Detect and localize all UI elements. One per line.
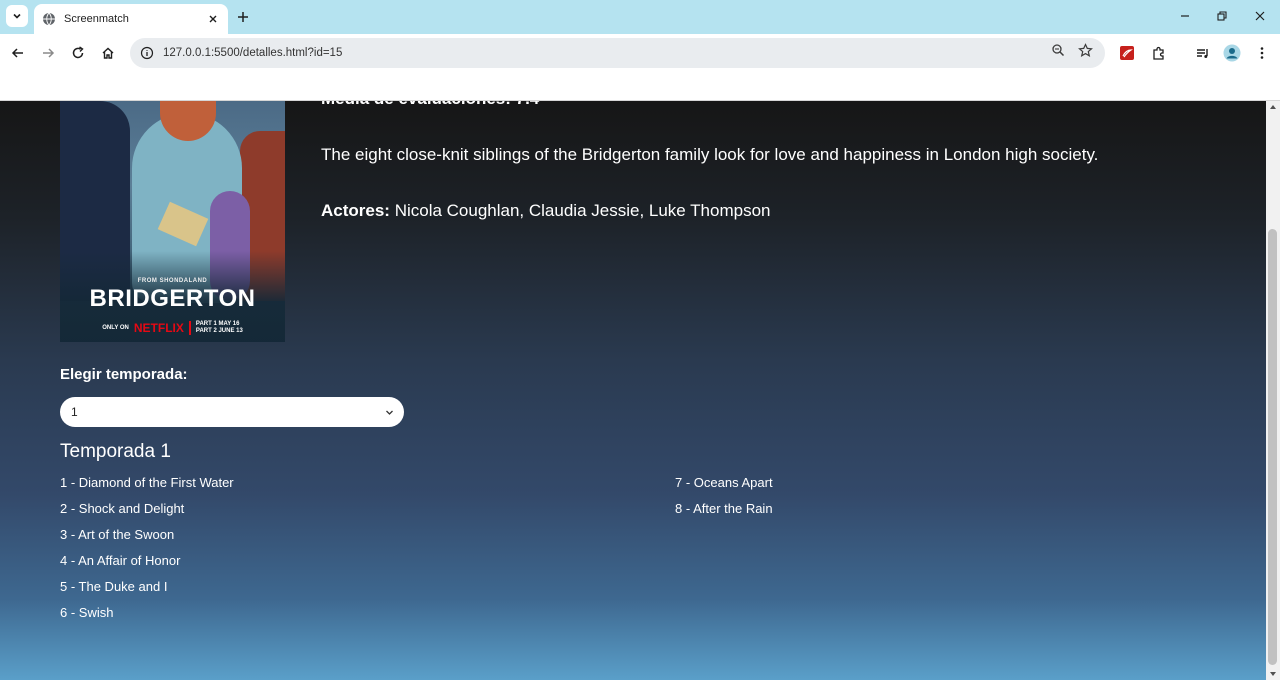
poster-release-dates: PART 1 MAY 16 PART 2 JUNE 13 xyxy=(195,321,243,334)
site-info-icon[interactable] xyxy=(140,46,154,60)
tab-search-button[interactable] xyxy=(6,5,28,27)
zoom-icon[interactable] xyxy=(1050,42,1066,58)
home-icon xyxy=(102,47,114,59)
poster-from-text: FROM SHONDALAND xyxy=(137,278,208,284)
page-scrollbar[interactable] xyxy=(1266,101,1280,680)
episode-item: 3 - Art of the Swoon xyxy=(60,527,175,542)
minimize-button[interactable] xyxy=(1177,8,1193,24)
episode-item: 4 - An Affair of Honor xyxy=(60,553,181,568)
pdf-extension-icon[interactable] xyxy=(1117,43,1137,63)
close-window-button[interactable] xyxy=(1252,8,1268,24)
menu-kebab-icon[interactable] xyxy=(1252,43,1272,63)
episode-item: 6 - Swish xyxy=(60,605,114,620)
poster-title: BRIDGERTON xyxy=(89,285,256,312)
browser-tab[interactable]: Screenmatch xyxy=(34,4,228,34)
tab-title: Screenmatch xyxy=(64,13,129,25)
globe-icon xyxy=(42,12,56,26)
close-icon xyxy=(1255,11,1265,21)
season-title: Temporada 1 xyxy=(60,441,171,462)
extensions-puzzle-icon[interactable] xyxy=(1148,43,1168,63)
episode-item: 5 - The Duke and I xyxy=(60,579,168,594)
rating-heading: Media de evaluaciones: 7.4 xyxy=(321,101,539,109)
episode-item: 2 - Shock and Delight xyxy=(60,501,185,516)
scroll-up-arrow-icon[interactable] xyxy=(1269,103,1277,111)
forward-button[interactable] xyxy=(38,43,58,63)
profile-avatar-icon[interactable] xyxy=(1222,43,1242,63)
minimize-icon xyxy=(1181,15,1189,17)
reload-button[interactable] xyxy=(68,43,88,63)
episode-item: 1 - Diamond of the First Water xyxy=(60,475,234,490)
actors-value: Nicola Coughlan, Claudia Jessie, Luke Th… xyxy=(389,201,771,220)
scroll-down-arrow-icon[interactable] xyxy=(1269,670,1277,678)
close-tab-icon[interactable] xyxy=(206,12,220,26)
arrow-left-icon xyxy=(11,48,23,58)
episode-item: 7 - Oceans Apart xyxy=(675,475,773,490)
series-poster: FROM SHONDALAND BRIDGERTON ONLY ON NETFL… xyxy=(60,101,285,342)
poster-network-logo: NETFLIX xyxy=(133,321,184,335)
tab-strip: Screenmatch xyxy=(0,0,1280,34)
chevron-down-icon xyxy=(13,13,21,19)
actors-label: Actores: xyxy=(321,201,390,220)
poster-only-on: ONLY ON xyxy=(102,325,129,331)
page-viewport: FROM SHONDALAND BRIDGERTON ONLY ON NETFL… xyxy=(0,101,1266,680)
scrollbar-thumb[interactable] xyxy=(1268,229,1277,665)
episode-item: 8 - After the Rain xyxy=(675,501,773,516)
season-select-value: 1 xyxy=(71,405,78,419)
media-controls-icon[interactable] xyxy=(1192,43,1212,63)
bookmarks-strip xyxy=(0,72,1280,101)
season-select[interactable]: 1 xyxy=(60,397,404,427)
season-select-label: Elegir temporada: xyxy=(60,366,188,383)
actors-line: Actores: Nicola Coughlan, Claudia Jessie… xyxy=(321,201,771,221)
chevron-down-icon xyxy=(384,407,394,417)
back-button[interactable] xyxy=(8,43,28,63)
poster-footer: ONLY ON NETFLIX PART 1 MAY 16 PART 2 JUN… xyxy=(60,321,285,335)
home-button[interactable] xyxy=(98,43,118,63)
bookmark-star-icon[interactable] xyxy=(1077,42,1093,58)
restore-icon xyxy=(1217,11,1227,21)
address-bar[interactable]: 127.0.0.1:5500/detalles.html?id=15 xyxy=(130,38,1105,68)
plot-text: The eight close-knit siblings of the Bri… xyxy=(321,145,1099,164)
plus-icon xyxy=(238,12,248,22)
new-tab-button[interactable] xyxy=(234,8,252,26)
browser-toolbar: 127.0.0.1:5500/detalles.html?id=15 xyxy=(0,34,1280,72)
restore-button[interactable] xyxy=(1214,8,1230,24)
reload-icon xyxy=(72,46,84,59)
arrow-right-icon xyxy=(43,48,55,58)
url-text: 127.0.0.1:5500/detalles.html?id=15 xyxy=(163,47,343,59)
